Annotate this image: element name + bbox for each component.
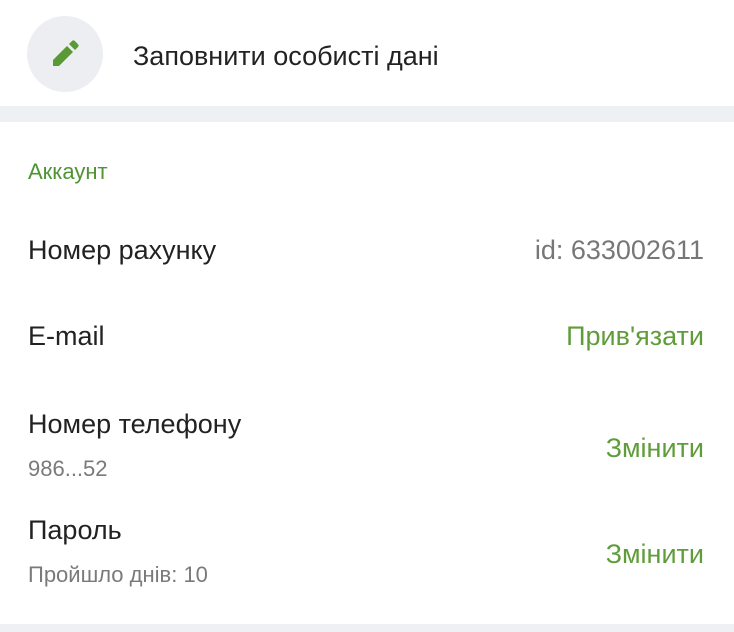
fill-personal-data-label: Заповнити особисті дані [133,41,439,71]
phone-label: Номер телефону [28,409,242,439]
phone-masked-value: 986...52 [28,456,108,481]
account-number-value: id: 633002611 [534,235,704,265]
edit-icon-circle [27,16,103,92]
account-card: Аккаунт Номер рахунку id: 633002611 E-ma… [0,122,734,624]
fill-personal-data-button[interactable]: Заповнити особисті дані [0,0,734,106]
account-section-title: Аккаунт [28,159,108,184]
change-password-link[interactable]: Змінити [606,538,704,570]
bind-email-link[interactable]: Прив'язати [566,320,704,352]
personal-data-card: Заповнити особисті дані [0,0,734,106]
password-row: Пароль Пройшло днів: 10 Змінити [0,500,734,600]
email-row: E-mail Прив'язати [0,296,734,376]
password-age-text: Пройшло днів: 10 [28,562,208,587]
account-number-row: Номер рахунку id: 633002611 [0,210,734,290]
account-number-label: Номер рахунку [28,235,217,265]
phone-row: Номер телефону 986...52 Змінити [0,392,734,492]
pencil-icon [53,40,79,66]
password-label: Пароль [28,515,122,545]
change-phone-link[interactable]: Змінити [606,432,704,464]
email-label: E-mail [28,321,105,351]
